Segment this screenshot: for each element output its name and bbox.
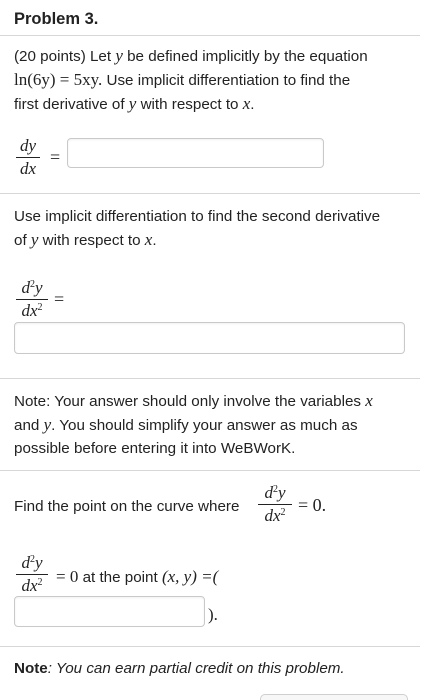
point-condition-text: = 0 at the point (x, y) =( (56, 567, 219, 586)
point-condition-fraction: d2y dx2 (16, 553, 48, 596)
statement-line-1: (20 points) Let y be defined implicitly … (14, 46, 368, 65)
first-derivative-equals: = (50, 147, 61, 167)
title-divider (0, 35, 420, 36)
equation-rhs: = 5xy. (59, 70, 103, 89)
second-derivative-answer-input[interactable] (14, 322, 405, 354)
second-derivative-fraction: d2y dx2 (16, 278, 48, 321)
section-divider-2 (0, 378, 420, 379)
section-divider-4 (0, 646, 420, 647)
problem-statement: (20 points) Let y be defined implicitly … (14, 44, 406, 116)
find-point-text: Find the point on the curve where (14, 498, 240, 515)
equation-lhs: ln(6y) (14, 70, 56, 89)
find-point-equals-zero: = 0. (298, 495, 327, 515)
second-derivative-instructions: Use implicit differentiation to find the… (14, 208, 381, 249)
second-derivative-equals: = (54, 289, 65, 309)
find-point-fraction: d2y dx2 (258, 483, 292, 526)
problem-page: Problem 3. (20 points) Let y be defined … (0, 0, 422, 700)
problem-title: Problem 3. (14, 10, 99, 28)
first-derivative-answer-input[interactable] (67, 138, 324, 168)
dy-dx-fraction: dy dx (16, 136, 40, 179)
section-divider-1 (0, 193, 420, 194)
point-closing-paren: ). (208, 605, 218, 624)
partial-credit-note: Note: You can earn partial credit on thi… (14, 660, 345, 677)
statement-line-2: ln(6y) = 5xy. Use implicit differentiati… (14, 70, 351, 89)
statement-line-3: first derivative of y with respect to x. (14, 94, 255, 113)
submit-button[interactable] (260, 694, 408, 700)
point-answer-input[interactable] (14, 596, 205, 627)
answer-note: Note: Your answer should only involve th… (14, 391, 373, 457)
section-divider-3 (0, 470, 420, 471)
